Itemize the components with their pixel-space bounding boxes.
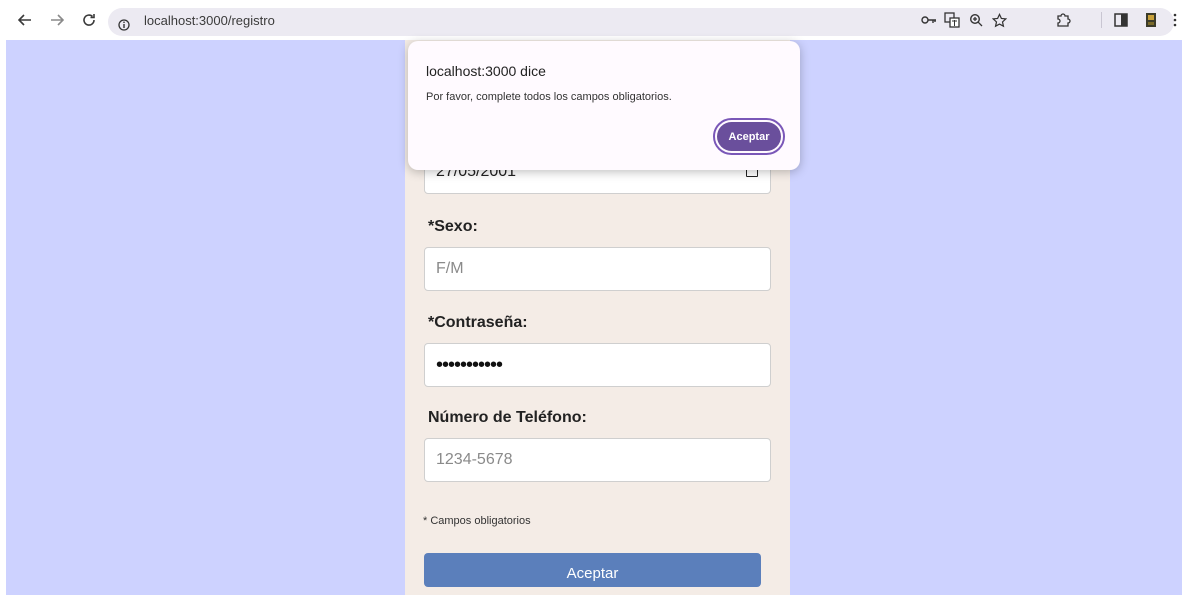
phone-placeholder: 1234-5678 bbox=[436, 451, 513, 468]
dialog-ok-label: Aceptar bbox=[717, 122, 781, 151]
sexo-label: *Sexo: bbox=[428, 218, 478, 235]
side-panel-icon[interactable] bbox=[1113, 12, 1129, 28]
info-icon[interactable] bbox=[118, 16, 130, 31]
alert-dialog: localhost:3000 dice Por favor, complete … bbox=[408, 41, 800, 170]
reload-icon[interactable] bbox=[79, 10, 99, 30]
key-icon[interactable] bbox=[921, 12, 937, 28]
password-label: *Contraseña: bbox=[428, 314, 528, 331]
forward-icon[interactable] bbox=[47, 10, 67, 30]
zoom-icon[interactable] bbox=[968, 12, 984, 28]
dialog-title: localhost:3000 dice bbox=[426, 63, 546, 79]
url-text[interactable]: localhost:3000/registro bbox=[144, 13, 275, 28]
page-left-edge bbox=[0, 40, 6, 595]
browser-toolbar: localhost:3000/registro bbox=[0, 0, 1182, 40]
star-icon[interactable] bbox=[991, 12, 1007, 28]
translate-icon[interactable] bbox=[944, 12, 960, 28]
dialog-ok-button[interactable]: Aceptar bbox=[713, 118, 785, 155]
menu-icon[interactable] bbox=[1170, 12, 1180, 28]
password-input[interactable]: ••••••••••• bbox=[424, 343, 771, 387]
extensions-icon[interactable] bbox=[1055, 12, 1071, 28]
required-fields-note: * Campos obligatorios bbox=[423, 515, 531, 527]
submit-button[interactable]: Aceptar bbox=[424, 553, 761, 587]
back-icon[interactable] bbox=[15, 10, 35, 30]
phone-label: Número de Teléfono: bbox=[428, 409, 587, 426]
password-value: ••••••••••• bbox=[436, 353, 503, 376]
sexo-placeholder: F/M bbox=[436, 260, 464, 277]
sexo-input[interactable]: F/M bbox=[424, 247, 771, 291]
profile-icon[interactable] bbox=[1143, 12, 1159, 28]
phone-input[interactable]: 1234-5678 bbox=[424, 438, 771, 482]
dialog-message: Por favor, complete todos los campos obl… bbox=[426, 91, 672, 103]
toolbar-separator bbox=[1101, 12, 1102, 28]
